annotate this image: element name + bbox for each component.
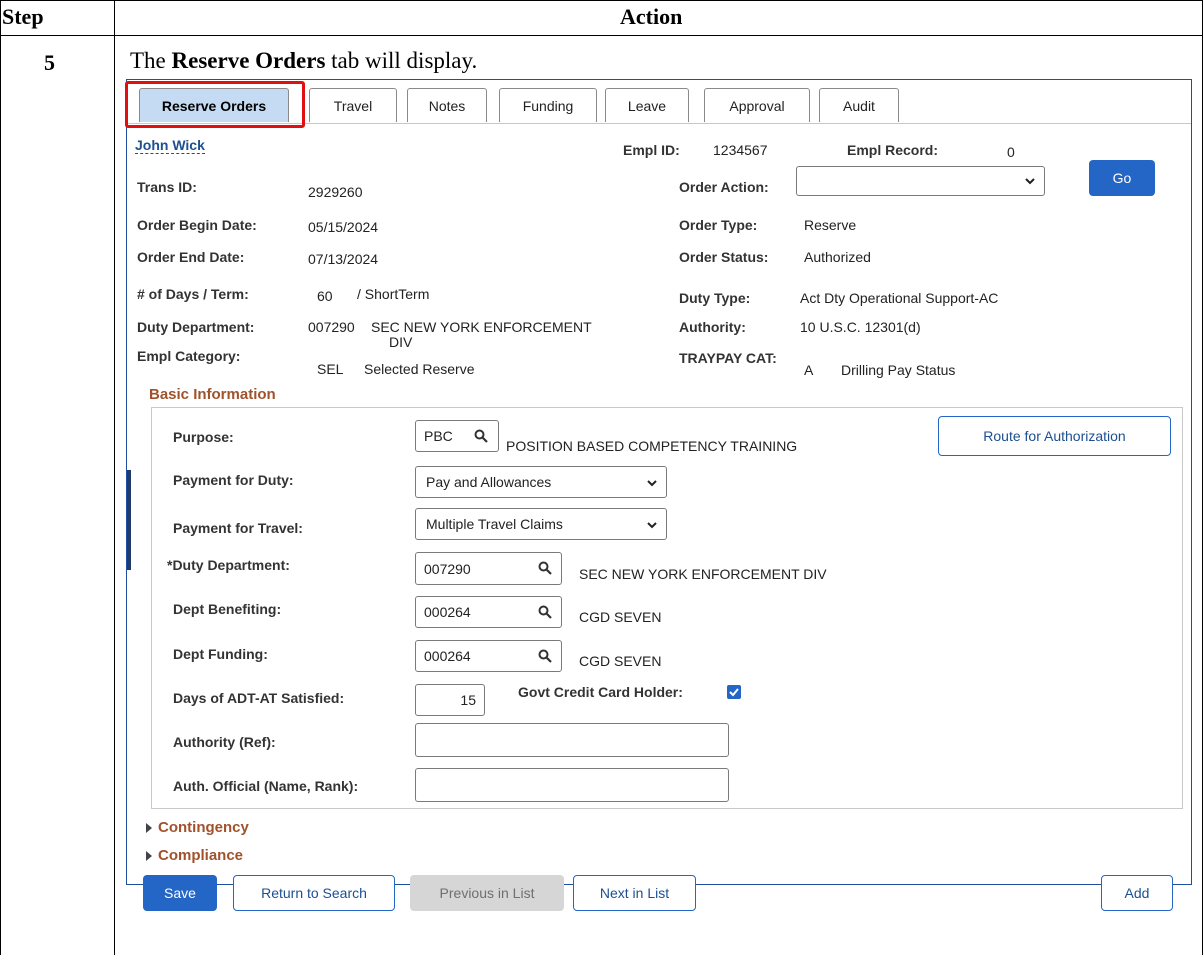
order-begin-label: Order Begin Date: <box>137 217 257 233</box>
order-end-value: 07/13/2024 <box>308 251 379 267</box>
empl-record-label: Empl Record: <box>847 142 939 158</box>
duty-department-field-label: *Duty Department: <box>167 557 290 573</box>
order-end-label: Order End Date: <box>137 249 245 265</box>
tab-notes[interactable]: Notes <box>407 88 487 122</box>
next-in-list-button[interactable]: Next in List <box>573 875 696 911</box>
days-value: 60 <box>317 288 333 304</box>
order-begin-value: 05/15/2024 <box>308 219 379 235</box>
authority-ref-field[interactable] <box>415 723 729 757</box>
payment-duty-label: Payment for Duty: <box>173 472 294 488</box>
table-border-top <box>0 0 1203 1</box>
go-button[interactable]: Go <box>1089 160 1155 196</box>
duty-department-name-cont: DIV <box>389 334 413 350</box>
add-button[interactable]: Add <box>1101 875 1173 911</box>
empl-record-value: 0 <box>1007 144 1015 160</box>
empl-id-value: 1234567 <box>713 142 768 158</box>
previous-in-list-button[interactable]: Previous in List <box>410 875 564 911</box>
days-term-label: # of Days / Term: <box>137 286 249 302</box>
payment-travel-label: Payment for Travel: <box>173 520 303 536</box>
dept-funding-field[interactable]: 000264 <box>415 640 562 672</box>
step-instruction: The Reserve Orders tab will display. <box>130 48 478 73</box>
dept-benefiting-search-icon[interactable] <box>538 605 552 619</box>
purpose-search-icon[interactable] <box>474 429 488 443</box>
step-number: 5 <box>44 50 55 75</box>
empl-category-name: Selected Reserve <box>364 361 475 377</box>
duty-department-description: SEC NEW YORK ENFORCEMENT DIV <box>579 566 827 582</box>
compliance-expand-icon[interactable] <box>146 851 152 861</box>
chevron-down-icon <box>647 522 657 529</box>
tab-bar: Reserve Orders Travel Notes Funding Leav… <box>125 80 1191 128</box>
table-column-divider <box>114 0 115 955</box>
govt-credit-card-label: Govt Credit Card Holder: <box>518 684 683 700</box>
return-to-search-button[interactable]: Return to Search <box>233 875 395 911</box>
empl-id-label: Empl ID: <box>623 142 680 158</box>
duty-department-label: Duty Department: <box>137 319 255 335</box>
duty-type-value: Act Dty Operational Support-AC <box>800 290 999 306</box>
trans-id-value: 2929260 <box>308 184 363 200</box>
reserve-orders-screenshot: Reserve Orders Travel Notes Funding Leav… <box>125 79 1192 911</box>
authority-ref-label: Authority (Ref): <box>173 734 276 750</box>
duty-type-label: Duty Type: <box>679 290 751 306</box>
purpose-description: POSITION BASED COMPETENCY TRAINING <box>506 438 798 454</box>
dept-funding-description: CGD SEVEN <box>579 653 662 669</box>
tab-leave[interactable]: Leave <box>605 88 689 122</box>
basic-information-title: Basic Information <box>149 386 276 403</box>
scroll-marker <box>127 470 131 570</box>
checkmark-icon <box>729 688 739 697</box>
action-column-header: Action <box>620 4 683 29</box>
empl-category-label: Empl Category: <box>137 348 241 364</box>
term-value: / ShortTerm <box>357 286 430 302</box>
dept-benefiting-field[interactable]: 000264 <box>415 596 562 628</box>
tab-audit[interactable]: Audit <box>819 88 899 122</box>
traypay-code: A <box>804 362 814 378</box>
dept-funding-label: Dept Funding: <box>173 646 268 662</box>
save-button[interactable]: Save <box>143 875 217 911</box>
table-header-divider <box>0 35 1203 36</box>
duty-department-search-icon[interactable] <box>538 561 552 575</box>
tab-approval[interactable]: Approval <box>704 88 810 122</box>
order-status-value: Authorized <box>804 249 871 265</box>
purpose-field[interactable]: PBC <box>415 420 499 452</box>
authority-value: 10 U.S.C. 12301(d) <box>800 319 921 335</box>
payment-duty-select[interactable]: Pay and Allowances <box>415 466 667 498</box>
chevron-down-icon <box>647 480 657 487</box>
duty-department-name: SEC NEW YORK ENFORCEMENT <box>371 319 592 335</box>
trans-id-label: Trans ID: <box>137 179 197 195</box>
tab-funding[interactable]: Funding <box>499 88 597 122</box>
step-column-header: Step <box>2 4 44 29</box>
duty-department-code: 007290 <box>308 319 355 335</box>
tab-travel[interactable]: Travel <box>309 88 397 122</box>
days-adt-label: Days of ADT-AT Satisfied: <box>173 690 345 706</box>
auth-official-field[interactable] <box>415 768 729 802</box>
order-type-label: Order Type: <box>679 217 758 233</box>
days-adt-field[interactable]: 15 <box>415 684 485 716</box>
table-border-left <box>0 0 1 955</box>
govt-credit-card-checkbox[interactable] <box>727 685 741 699</box>
dept-benefiting-description: CGD SEVEN <box>579 609 662 625</box>
duty-department-field[interactable]: 007290 <box>415 552 562 585</box>
order-action-label: Order Action: <box>679 179 769 195</box>
payment-travel-select[interactable]: Multiple Travel Claims <box>415 508 667 540</box>
compliance-section-toggle[interactable]: Compliance <box>158 847 243 864</box>
dept-benefiting-label: Dept Benefiting: <box>173 601 282 617</box>
chevron-down-icon <box>1025 178 1035 185</box>
employee-name-link[interactable]: John Wick <box>135 137 205 154</box>
reserve-orders-highlight-box <box>125 81 305 128</box>
purpose-label: Purpose: <box>173 429 234 445</box>
order-action-select[interactable] <box>796 166 1045 196</box>
traypay-name: Drilling Pay Status <box>841 362 956 378</box>
dept-funding-search-icon[interactable] <box>538 649 552 663</box>
authority-label: Authority: <box>679 319 746 335</box>
route-for-authorization-button[interactable]: Route for Authorization <box>938 416 1171 456</box>
auth-official-label: Auth. Official (Name, Rank): <box>173 778 359 794</box>
order-status-label: Order Status: <box>679 249 769 265</box>
contingency-section-toggle[interactable]: Contingency <box>158 819 249 836</box>
order-type-value: Reserve <box>804 217 857 233</box>
traypay-label: TRAYPAY CAT: <box>679 350 777 366</box>
empl-category-code: SEL <box>317 361 344 377</box>
contingency-expand-icon[interactable] <box>146 823 152 833</box>
